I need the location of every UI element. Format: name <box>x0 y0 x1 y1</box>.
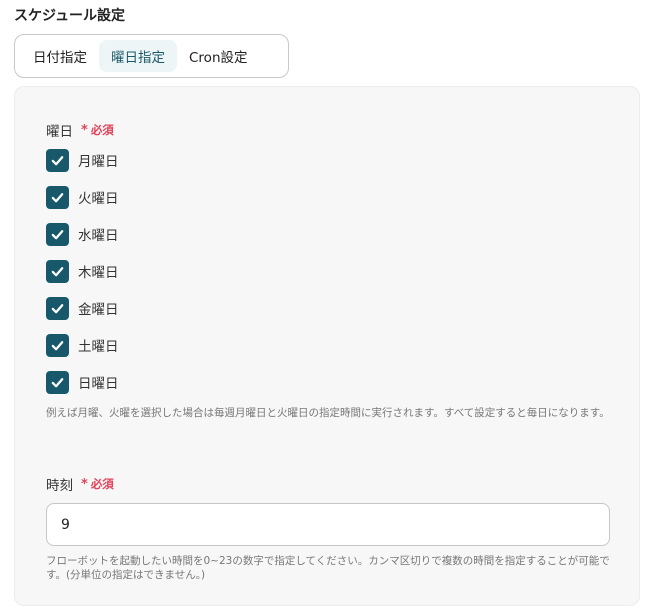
checkbox-label-tuesday: 火曜日 <box>78 191 119 207</box>
checkbox-row-sunday: 日曜日 <box>46 370 119 394</box>
checkbox-monday[interactable] <box>46 148 69 172</box>
checkbox-label-thursday: 木曜日 <box>78 265 119 281</box>
checkbox-row-thursday: 木曜日 <box>46 259 119 283</box>
check-icon <box>51 155 64 165</box>
checkbox-friday[interactable] <box>46 296 69 320</box>
tab-date[interactable]: 日付指定 <box>21 40 99 72</box>
checkbox-label-sunday: 日曜日 <box>78 376 119 392</box>
checkbox-saturday[interactable] <box>46 333 69 357</box>
checkbox-sunday[interactable] <box>46 370 69 394</box>
checkbox-row-monday: 月曜日 <box>46 148 119 172</box>
checkbox-label-wednesday: 水曜日 <box>78 228 119 244</box>
checkbox-wednesday[interactable] <box>46 222 69 246</box>
section-title: スケジュール設定 <box>14 8 126 24</box>
tab-weekday[interactable]: 曜日指定 <box>99 40 177 72</box>
check-icon <box>51 266 64 276</box>
weekday-field-label: 曜日 * 必須 <box>46 120 114 141</box>
checkbox-row-tuesday: 火曜日 <box>46 185 119 209</box>
check-icon <box>51 303 64 313</box>
weekday-help-text: 例えば月曜、火曜を選択した場合は毎週月曜日と火曜日の指定時間に実行されます。すべ… <box>46 407 610 419</box>
checkbox-row-saturday: 土曜日 <box>46 333 119 357</box>
required-badge: * 必須 <box>81 122 114 138</box>
time-field-label: 時刻 * 必須 <box>46 474 114 495</box>
required-text: 必須 <box>90 123 114 137</box>
check-icon <box>51 377 64 387</box>
check-icon <box>51 192 64 202</box>
required-asterisk-icon: * <box>81 122 88 138</box>
checkbox-label-friday: 金曜日 <box>78 302 119 318</box>
checkbox-label-saturday: 土曜日 <box>78 339 119 355</box>
checkbox-row-friday: 金曜日 <box>46 296 119 320</box>
time-label-text: 時刻 <box>46 478 73 494</box>
required-text: 必須 <box>90 477 114 491</box>
weekday-label-text: 曜日 <box>46 124 73 140</box>
schedule-mode-tabs: 日付指定 曜日指定 Cron設定 <box>14 34 289 78</box>
required-asterisk-icon: * <box>81 476 88 492</box>
time-help-text: フローボットを起動したい時間を0~23の数字で指定してください。カンマ区切りで複… <box>46 555 610 581</box>
checkbox-thursday[interactable] <box>46 259 69 283</box>
check-icon <box>51 229 64 239</box>
checkbox-label-monday: 月曜日 <box>78 154 119 170</box>
checkbox-row-wednesday: 水曜日 <box>46 222 119 246</box>
required-badge: * 必須 <box>81 476 114 492</box>
time-input[interactable] <box>46 503 610 546</box>
checkbox-tuesday[interactable] <box>46 185 69 209</box>
check-icon <box>51 340 64 350</box>
settings-panel: 曜日 * 必須 月曜日 火曜日 水曜日 木曜日 金曜日 土曜日 日曜日 例えば月… <box>14 86 640 606</box>
tab-cron[interactable]: Cron設定 <box>177 40 260 72</box>
